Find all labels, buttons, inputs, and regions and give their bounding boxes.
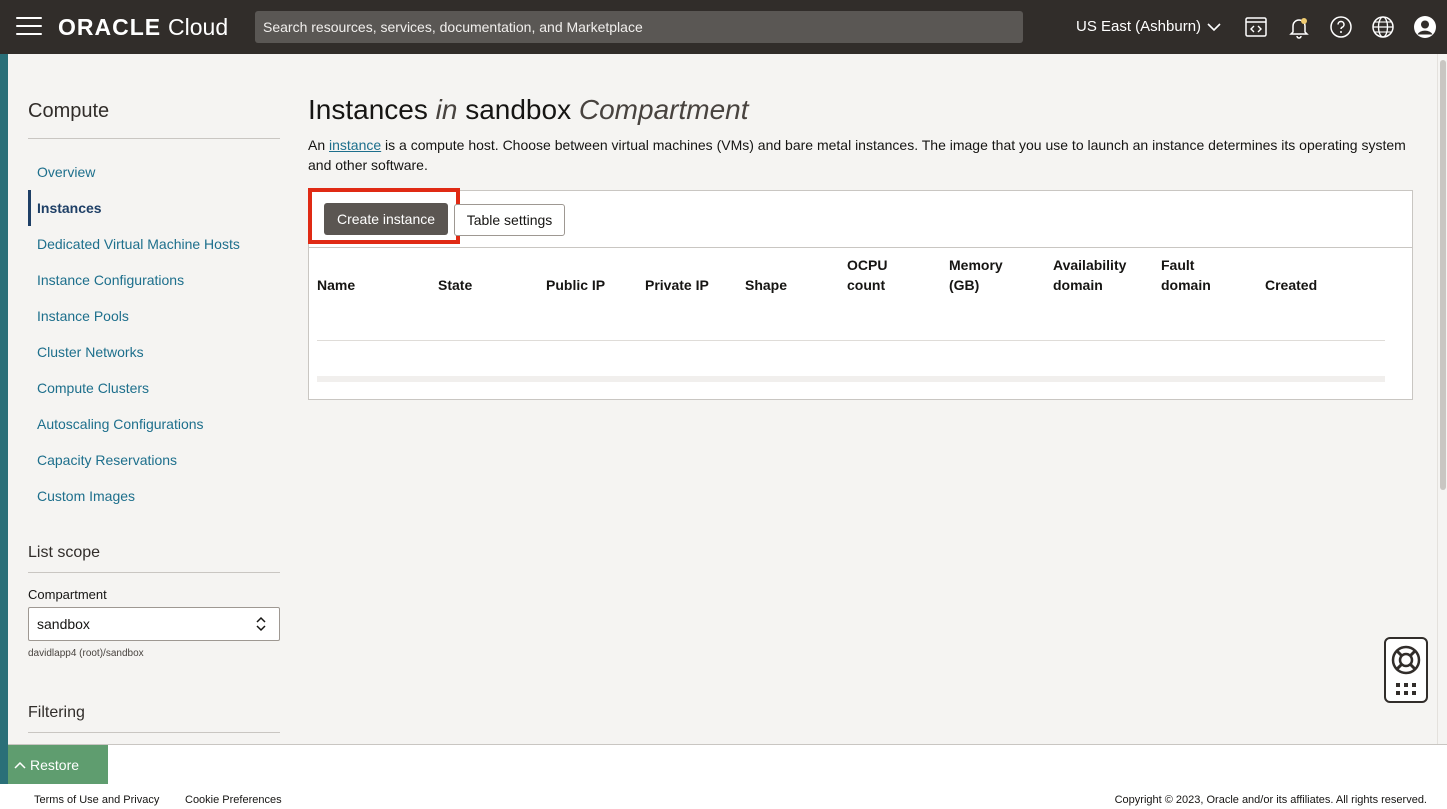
sidebar-item-cluster-networks[interactable]: Cluster Networks (28, 334, 280, 370)
chevron-down-icon (1207, 22, 1221, 31)
region-selector[interactable]: US East (Ashburn) (1076, 18, 1221, 35)
table-horizontal-scrollbar[interactable] (317, 376, 1385, 382)
filtering-heading: Filtering (28, 704, 85, 721)
sidebar-item-instances[interactable]: Instances (28, 190, 280, 226)
lifebuoy-icon (1391, 645, 1421, 675)
page-scrollbar[interactable] (1437, 54, 1447, 744)
cookie-preferences-link[interactable]: Cookie Preferences (185, 794, 282, 806)
hamburger-menu-icon[interactable] (16, 17, 42, 37)
column-header-created[interactable]: Created (1265, 275, 1317, 295)
restore-bar: Restore (8, 744, 1447, 785)
footer: Terms of Use and Privacy Cookie Preferen… (0, 784, 1447, 809)
divider (28, 138, 280, 139)
page-description: An instance is a compute host. Choose be… (308, 137, 1406, 173)
restore-button[interactable]: Restore (8, 745, 108, 785)
compartment-path: davidlapp4 (root)/sandbox (28, 648, 144, 659)
language-globe-icon[interactable] (1371, 15, 1395, 39)
scrollbar-thumb[interactable] (1440, 60, 1446, 490)
column-header-public-ip[interactable]: Public IP (546, 275, 605, 295)
notifications-bell-icon[interactable] (1287, 15, 1311, 39)
divider (28, 572, 280, 573)
help-support-widget[interactable] (1384, 637, 1428, 703)
oracle-cloud-logo[interactable]: ORACLE Cloud (58, 14, 228, 41)
sidebar-item-instance-pools[interactable]: Instance Pools (28, 298, 280, 334)
sidebar-item-capacity-reservations[interactable]: Capacity Reservations (28, 442, 280, 478)
column-header-availability-domain[interactable]: Availability domain (1053, 255, 1126, 295)
page-title: Instances in sandbox Compartment (308, 94, 749, 125)
sidebar-item-dedicated-vm-hosts[interactable]: Dedicated Virtual Machine Hosts (28, 226, 280, 262)
global-search-input[interactable] (255, 11, 1023, 43)
divider (28, 732, 280, 733)
sidebar-title: Compute (28, 100, 110, 122)
terms-of-use-link[interactable]: Terms of Use and Privacy (34, 794, 159, 806)
sidebar-item-custom-images[interactable]: Custom Images (28, 478, 280, 514)
create-instance-highlight: Create instance (308, 188, 460, 244)
table-settings-button[interactable]: Table settings (454, 204, 565, 236)
column-header-fault-domain[interactable]: Fault domain (1161, 255, 1211, 295)
sidebar-item-autoscaling-configurations[interactable]: Autoscaling Configurations (28, 406, 280, 442)
table-row-divider (317, 340, 1385, 341)
chevron-up-icon (14, 761, 26, 769)
user-profile-icon[interactable] (1413, 15, 1437, 39)
instances-table-panel: Create instance Table settings Name Stat… (308, 188, 1413, 400)
list-scope-heading: List scope (28, 544, 101, 561)
create-instance-button[interactable]: Create instance (324, 203, 448, 235)
column-header-ocpu-count[interactable]: OCPU count (847, 255, 887, 295)
column-header-shape[interactable]: Shape (745, 275, 787, 295)
compartment-select[interactable]: sandbox (28, 607, 280, 641)
instance-doc-link[interactable]: instance (329, 137, 381, 153)
column-header-private-ip[interactable]: Private IP (645, 275, 709, 295)
sidebar-item-instance-configurations[interactable]: Instance Configurations (28, 262, 280, 298)
cloud-shell-icon[interactable] (1244, 15, 1268, 39)
top-navigation-bar: ORACLE Cloud US East (Ashburn) (0, 0, 1447, 54)
column-header-memory[interactable]: Memory (GB) (949, 255, 1003, 295)
divider (309, 247, 1412, 248)
column-header-name[interactable]: Name (317, 275, 355, 295)
help-question-icon[interactable] (1329, 15, 1353, 39)
chevron-up-down-icon (256, 616, 266, 632)
sidebar-item-compute-clusters[interactable]: Compute Clusters (28, 370, 280, 406)
sidebar-item-overview[interactable]: Overview (28, 154, 280, 190)
compartment-label: Compartment (28, 587, 107, 602)
column-header-state[interactable]: State (438, 275, 472, 295)
copyright-text: Copyright © 2023, Oracle and/or its affi… (1114, 794, 1427, 806)
main-content: Compute Overview Instances Dedicated Vir… (8, 54, 1437, 744)
apps-grid-icon (1396, 683, 1416, 695)
sidebar-navigation: Overview Instances Dedicated Virtual Mac… (28, 154, 280, 514)
